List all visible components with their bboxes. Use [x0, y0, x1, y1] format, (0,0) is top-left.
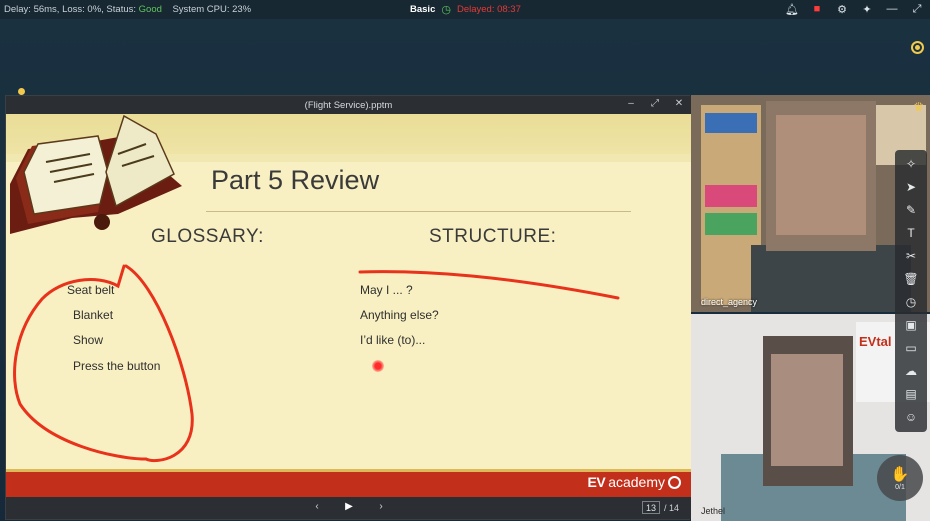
raise-hand-button[interactable]: ✋ 0/1 [877, 455, 923, 501]
glossary-item: Blanket [73, 308, 114, 322]
slide-navigation: ‹ ▶ › 13 / 14 [6, 497, 691, 519]
briefcase-icon[interactable]: ▤ [900, 384, 922, 403]
play-icon[interactable]: ▶ [343, 501, 355, 514]
prev-slide-icon[interactable]: ‹ [311, 501, 323, 514]
video-label: Jethel [701, 506, 726, 516]
glossary-item: Press the button [73, 359, 161, 373]
window-controls: 🔔︎ ■ ⚙ ✦ — ⤢ [785, 2, 924, 16]
record-icon[interactable]: ■ [810, 2, 824, 16]
presentation-titlebar: (Flight Service).pptm – ⤢ ✕ [6, 96, 691, 114]
network-stats: Delay: 56ms, Loss: 0%, Status: Good Syst… [4, 4, 251, 15]
pointer-dot-icon [18, 88, 25, 95]
status-bar: Delay: 56ms, Loss: 0%, Status: Good Syst… [0, 0, 930, 19]
structure-heading: STRUCTURE: [429, 226, 557, 247]
hand-icon: ✋ [890, 466, 910, 483]
whiteboard-icon[interactable]: ▣ [900, 315, 922, 334]
slide: Part 5 Review GLOSSARY: STRUCTURE: Seat … [6, 114, 691, 497]
status-good: Good [138, 4, 162, 15]
pen-icon[interactable]: ✎ [900, 200, 922, 219]
session-info: Basic ◷ Delayed: 08:37 [410, 3, 521, 16]
evacademy-logo: EV academy [587, 474, 681, 490]
indicator-icon[interactable] [911, 41, 924, 54]
structure-item: I’d like (to)... [360, 333, 426, 347]
structure-item: Anything else? [360, 308, 439, 322]
slide-title: Part 5 Review [211, 165, 380, 195]
delay-text: Delay: 56ms, Loss: 0%, Status: [4, 4, 139, 15]
logo-circle-icon [668, 475, 681, 489]
title-divider [206, 211, 631, 212]
minimize-icon[interactable]: – [625, 98, 637, 109]
logo-academy: academy [608, 474, 665, 490]
users-icon[interactable]: ☺ [900, 407, 922, 426]
clock-icon: ◷ [441, 4, 451, 16]
settings-icon[interactable]: ⚙ [835, 2, 849, 16]
slide-footer: EV academy [6, 469, 691, 497]
pointer-icon[interactable]: ✧ [900, 154, 922, 173]
cpu-text: System CPU: 23% [172, 4, 252, 15]
structure-item: May I ... ? [360, 283, 413, 297]
total-pages: / 14 [664, 502, 680, 513]
glossary-item: Show [73, 333, 104, 347]
mode-label[interactable]: Basic [410, 4, 435, 15]
next-slide-icon[interactable]: › [375, 501, 387, 514]
bell-icon[interactable]: 🔔︎ [785, 2, 799, 16]
chat-icon[interactable]: ▭ [900, 338, 922, 357]
maximize-icon[interactable]: ⤢ [910, 2, 924, 16]
delete-icon[interactable]: 🗑︎ [900, 269, 922, 288]
glossary-heading: GLOSSARY: [151, 226, 264, 247]
logo-ev: EV [587, 474, 606, 490]
glossary-item: Seat belt [67, 283, 115, 297]
svg-text:EVtal: EVtal [859, 334, 892, 349]
text-icon[interactable]: T [900, 223, 922, 242]
pin-icon[interactable]: ✦ [860, 2, 874, 16]
annotation-toolbar: ✧ ➤ ✎ T ✂ 🗑︎ ◷ ▣ ▭ ☁ ▤ ☺ [895, 150, 927, 432]
presentation-filename: (Flight Service).pptm [304, 100, 393, 111]
presentation-window-controls: – ⤢ ✕ [625, 98, 685, 109]
maximize-icon[interactable]: ⤢ [649, 98, 661, 109]
laser-pointer [372, 360, 384, 372]
select-icon[interactable]: ➤ [900, 177, 922, 196]
current-page-input[interactable]: 13 [642, 501, 661, 514]
video-label: direct_agency [701, 297, 758, 307]
hand-count: 0/1 [895, 484, 905, 491]
delayed-timer: Delayed: 08:37 [456, 4, 521, 15]
page-indicator: 13 / 14 [642, 501, 679, 514]
host-crown-icon: ♛ [913, 100, 924, 114]
book-icon [10, 114, 182, 234]
close-icon[interactable]: ✕ [673, 98, 685, 109]
cloud-icon[interactable]: ☁ [900, 361, 922, 380]
timer-icon[interactable]: ◷ [900, 292, 922, 311]
presentation-window: (Flight Service).pptm – ⤢ ✕ Part 5 Revie… [5, 95, 691, 520]
minimize-icon[interactable]: — [885, 2, 899, 16]
scissors-icon[interactable]: ✂ [900, 246, 922, 265]
